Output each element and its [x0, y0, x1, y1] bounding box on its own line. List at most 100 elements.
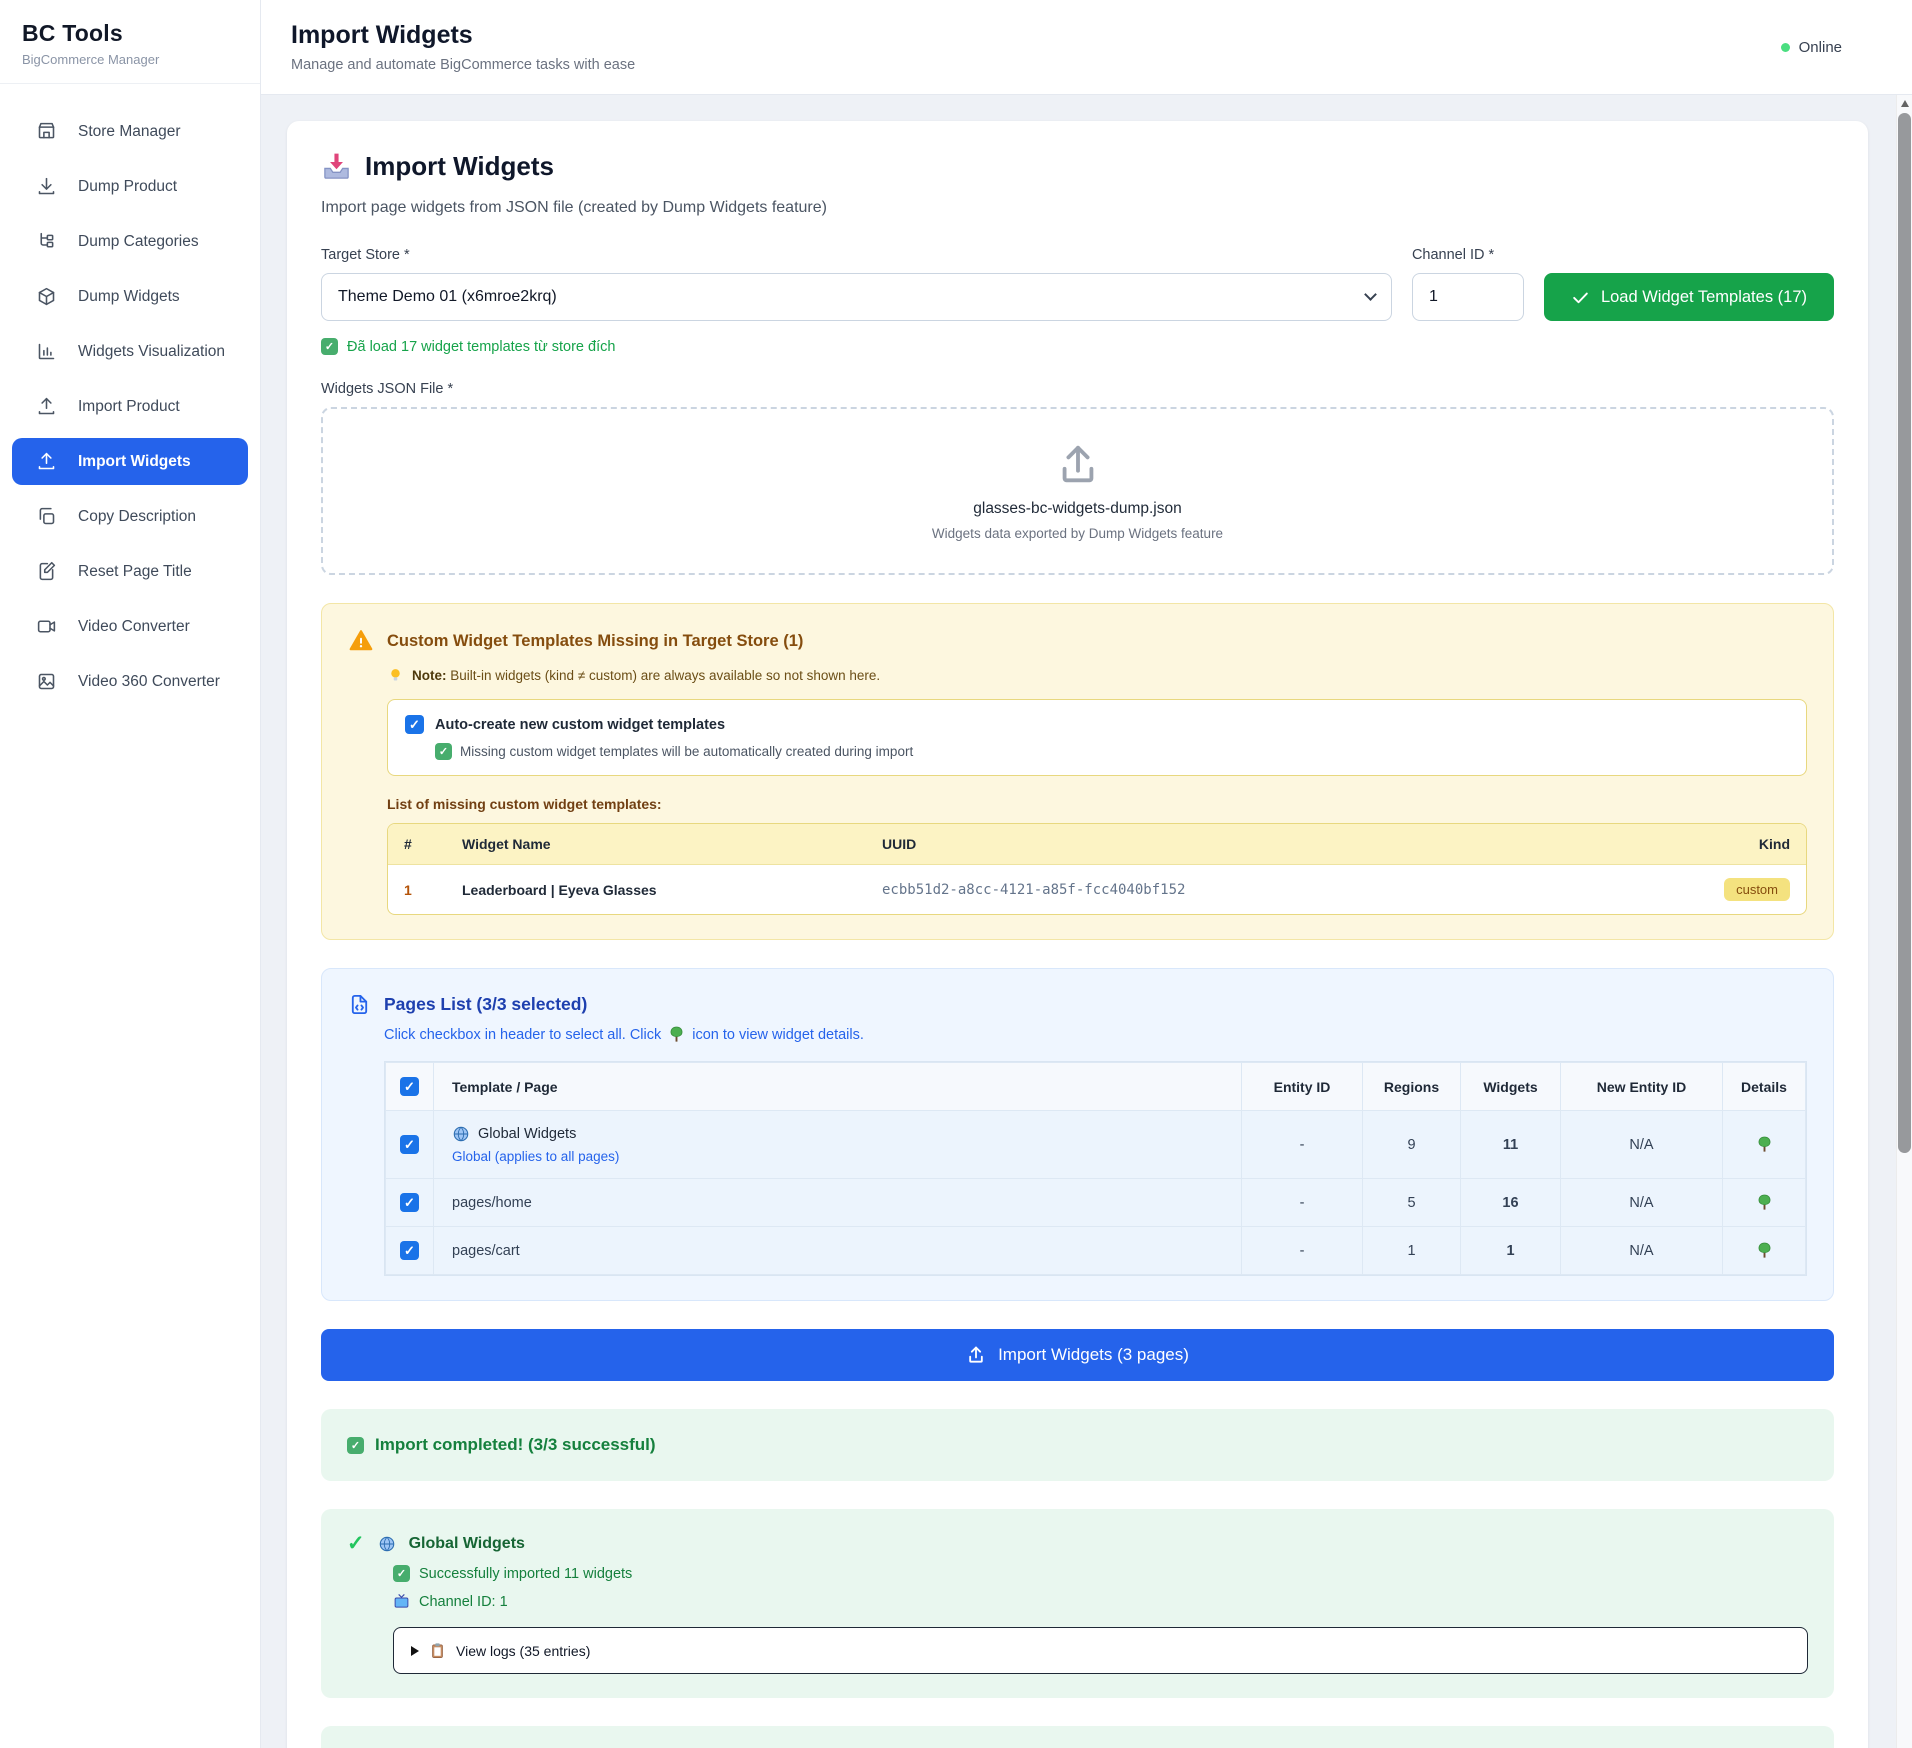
- result-header: ✓ Global Widgets: [347, 1533, 1808, 1554]
- note-label: Note:: [412, 668, 447, 683]
- app-title: BC Tools: [22, 20, 238, 47]
- sidebar-item-video-converter[interactable]: Video Converter: [12, 603, 248, 650]
- package-icon: [36, 286, 57, 307]
- upload-icon: [966, 1345, 986, 1365]
- missing-table-header-row: # Widget Name UUID Kind: [388, 824, 1806, 865]
- import-widgets-card: Import Widgets Import page widgets from …: [287, 121, 1868, 1748]
- regions-cell: 9: [1363, 1111, 1461, 1179]
- row-checkbox[interactable]: [400, 1241, 419, 1260]
- auto-create-row: Auto-create new custom widget templates: [405, 715, 1789, 734]
- view-logs-toggle[interactable]: View logs (35 entries): [393, 1627, 1808, 1674]
- warning-triangle-icon: [348, 628, 374, 654]
- file-pen-icon: [36, 561, 57, 582]
- scrollbar-up-arrow[interactable]: [1897, 95, 1912, 111]
- sidebar-item-import-widgets[interactable]: Import Widgets: [12, 438, 248, 485]
- sidebar-item-video-360-converter[interactable]: Video 360 Converter: [12, 658, 248, 705]
- channel-id-field: Channel ID *: [1412, 247, 1524, 321]
- new-entity-id-cell: N/A: [1561, 1227, 1723, 1275]
- auto-create-label: Auto-create new custom widget templates: [435, 717, 725, 733]
- row-kind: custom: [1676, 865, 1806, 915]
- select-all-checkbox[interactable]: [400, 1077, 419, 1096]
- sidebar-item-label: Widgets Visualization: [78, 343, 225, 361]
- sidebar-item-widgets-visualization[interactable]: Widgets Visualization: [12, 328, 248, 375]
- pages-table: Template / Page Entity ID Regions Widget…: [385, 1062, 1806, 1275]
- tree-icon: [667, 1025, 686, 1044]
- page-name-row: Global Widgets: [452, 1125, 1229, 1143]
- image-icon: [36, 671, 57, 692]
- sidebar-item-dump-product[interactable]: Dump Product: [12, 163, 248, 210]
- download-icon: [36, 176, 57, 197]
- upload-icon: [1055, 442, 1101, 488]
- sidebar-item-label: Reset Page Title: [78, 563, 192, 581]
- import-completed-alert: Import completed! (3/3 successful): [321, 1409, 1834, 1481]
- page-name: pages/home: [434, 1179, 1242, 1227]
- row-index: 1: [388, 865, 446, 915]
- widgets-cell: 11: [1461, 1111, 1561, 1179]
- vertical-scrollbar[interactable]: [1896, 95, 1912, 1748]
- page-subtitle: Manage and automate BigCommerce tasks wi…: [291, 57, 635, 73]
- upload-icon: [36, 451, 57, 472]
- tree-details-icon[interactable]: [1755, 1135, 1774, 1154]
- scrollbar-thumb[interactable]: [1898, 113, 1911, 1153]
- details-cell: [1723, 1111, 1806, 1179]
- sidebar-item-reset-page-title[interactable]: Reset Page Title: [12, 548, 248, 595]
- uploaded-filename: glasses-bc-widgets-dump.json: [973, 500, 1181, 518]
- col-regions: Regions: [1363, 1063, 1461, 1111]
- store-icon: [36, 121, 57, 142]
- load-widget-templates-button[interactable]: Load Widget Templates (17): [1544, 273, 1834, 321]
- app-subtitle: BigCommerce Manager: [22, 52, 238, 67]
- tree-structure-icon: [36, 231, 57, 252]
- warning-note-text: Note: Built-in widgets (kind ≠ custom) a…: [412, 668, 880, 683]
- import-widgets-button[interactable]: Import Widgets (3 pages): [321, 1329, 1834, 1381]
- auto-create-hint-text: Missing custom widget templates will be …: [460, 744, 913, 759]
- upload-icon: [36, 396, 57, 417]
- pages-table-wrap: Template / Page Entity ID Regions Widget…: [384, 1061, 1807, 1276]
- status-badge: Online: [1781, 39, 1842, 56]
- page-name: pages/cart: [434, 1227, 1242, 1275]
- col-kind: Kind: [1676, 824, 1806, 865]
- target-store-select[interactable]: Theme Demo 01 (x6mroe2krq): [321, 273, 1392, 321]
- row-checkbox[interactable]: [400, 1193, 419, 1212]
- sidebar-item-dump-widgets[interactable]: Dump Widgets: [12, 273, 248, 320]
- row-checkbox[interactable]: [400, 1135, 419, 1154]
- entity-id-cell: -: [1242, 1111, 1363, 1179]
- file-dropzone[interactable]: glasses-bc-widgets-dump.json Widgets dat…: [321, 407, 1834, 575]
- status-label: Online: [1799, 39, 1842, 56]
- details-cell: [1723, 1227, 1806, 1275]
- expand-arrow-icon: [411, 1646, 419, 1656]
- globe-icon: [378, 1535, 396, 1553]
- sidebar-item-label: Dump Categories: [78, 233, 199, 251]
- regions-cell: 5: [1363, 1179, 1461, 1227]
- load-success-message: Đã load 17 widget templates từ store đíc…: [321, 338, 1834, 355]
- tree-details-icon[interactable]: [1755, 1193, 1774, 1212]
- col-widgets: Widgets: [1461, 1063, 1561, 1111]
- result-channel-text: Channel ID: 1: [419, 1594, 508, 1610]
- global-pages-link[interactable]: Global (applies to all pages): [452, 1149, 1229, 1164]
- select-all-cell: [386, 1063, 434, 1111]
- channel-id-input[interactable]: [1412, 273, 1524, 321]
- sidebar-item-store-manager[interactable]: Store Manager: [12, 108, 248, 155]
- result-global-widgets: ✓ Global Widgets Successfully imported 1…: [321, 1509, 1834, 1698]
- auto-create-checkbox[interactable]: [405, 715, 424, 734]
- auto-create-hint: Missing custom widget templates will be …: [435, 743, 1789, 760]
- col-new-entity-id: New Entity ID: [1561, 1063, 1723, 1111]
- green-check-icon: [393, 1565, 410, 1582]
- load-success-text: Đã load 17 widget templates từ store đíc…: [347, 339, 615, 355]
- new-entity-id-cell: N/A: [1561, 1111, 1723, 1179]
- header-text: Import Widgets Manage and automate BigCo…: [291, 21, 635, 73]
- sidebar-item-copy-description[interactable]: Copy Description: [12, 493, 248, 540]
- sidebar-item-label: Dump Widgets: [78, 288, 180, 306]
- page-title: Import Widgets: [291, 21, 635, 50]
- sidebar-item-import-product[interactable]: Import Product: [12, 383, 248, 430]
- sidebar-header: BC Tools BigCommerce Manager: [0, 0, 260, 84]
- pages-list-subtitle: Click checkbox in header to select all. …: [384, 1025, 1807, 1044]
- col-details: Details: [1723, 1063, 1806, 1111]
- sidebar-item-label: Store Manager: [78, 123, 181, 141]
- copy-icon: [36, 506, 57, 527]
- row-uuid: ecbb51d2-a8cc-4121-a85f-fcc4040bf152: [866, 865, 1676, 915]
- tree-details-icon[interactable]: [1755, 1241, 1774, 1260]
- sidebar-item-dump-categories[interactable]: Dump Categories: [12, 218, 248, 265]
- regions-cell: 1: [1363, 1227, 1461, 1275]
- target-store-value: Theme Demo 01 (x6mroe2krq): [338, 288, 557, 306]
- tv-icon: [393, 1593, 410, 1610]
